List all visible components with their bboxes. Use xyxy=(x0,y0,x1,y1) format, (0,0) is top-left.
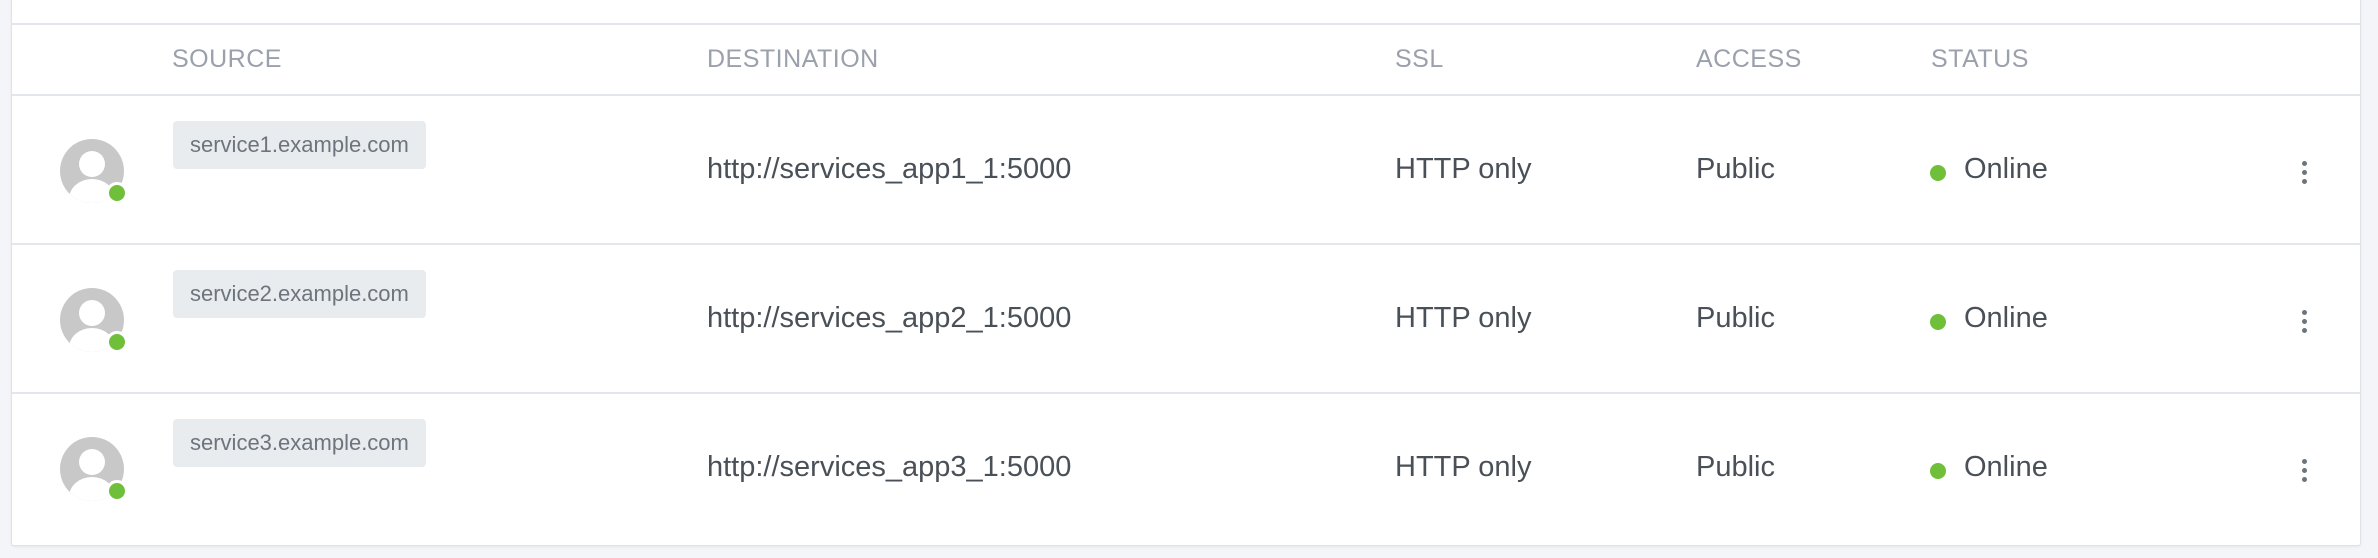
access-cell: Public xyxy=(1696,153,1775,185)
destination-cell: http://services_app3_1:5000 xyxy=(707,451,1072,483)
source-domain-badge[interactable]: service2.example.com xyxy=(173,270,426,318)
table-row: service2.example.com http://services_app… xyxy=(12,245,2360,394)
column-header-destination[interactable]: DESTINATION xyxy=(707,45,879,74)
online-dot-icon xyxy=(106,182,128,204)
online-dot-icon xyxy=(106,480,128,502)
table-row: service3.example.com http://services_app… xyxy=(12,394,2360,543)
destination-cell: http://services_app1_1:5000 xyxy=(707,153,1072,185)
access-cell: Public xyxy=(1696,451,1775,483)
ssl-cell: HTTP only xyxy=(1395,153,1532,185)
kebab-menu-icon[interactable] xyxy=(2292,301,2316,341)
status-cell: Online xyxy=(1964,153,2048,185)
column-header-access[interactable]: ACCESS xyxy=(1696,45,1802,74)
column-header-ssl[interactable]: SSL xyxy=(1395,45,1444,74)
status-dot-icon xyxy=(1930,165,1946,181)
ssl-cell: HTTP only xyxy=(1395,451,1532,483)
ssl-cell: HTTP only xyxy=(1395,302,1532,334)
kebab-menu-icon[interactable] xyxy=(2292,450,2316,490)
column-header-status[interactable]: STATUS xyxy=(1931,45,2029,74)
source-domain-badge[interactable]: service1.example.com xyxy=(173,121,426,169)
status-cell: Online xyxy=(1964,302,2048,334)
online-dot-icon xyxy=(106,331,128,353)
status-dot-icon xyxy=(1930,314,1946,330)
status-dot-icon xyxy=(1930,463,1946,479)
table-header: SOURCE DESTINATION SSL ACCESS STATUS xyxy=(12,25,2360,96)
kebab-menu-icon[interactable] xyxy=(2292,152,2316,192)
proxy-hosts-card: SOURCE DESTINATION SSL ACCESS STATUS ser… xyxy=(11,0,2361,546)
destination-cell: http://services_app2_1:5000 xyxy=(707,302,1072,334)
column-header-source[interactable]: SOURCE xyxy=(172,45,282,74)
access-cell: Public xyxy=(1696,302,1775,334)
table-row: service1.example.com http://services_app… xyxy=(12,96,2360,245)
status-cell: Online xyxy=(1964,451,2048,483)
source-domain-badge[interactable]: service3.example.com xyxy=(173,419,426,467)
